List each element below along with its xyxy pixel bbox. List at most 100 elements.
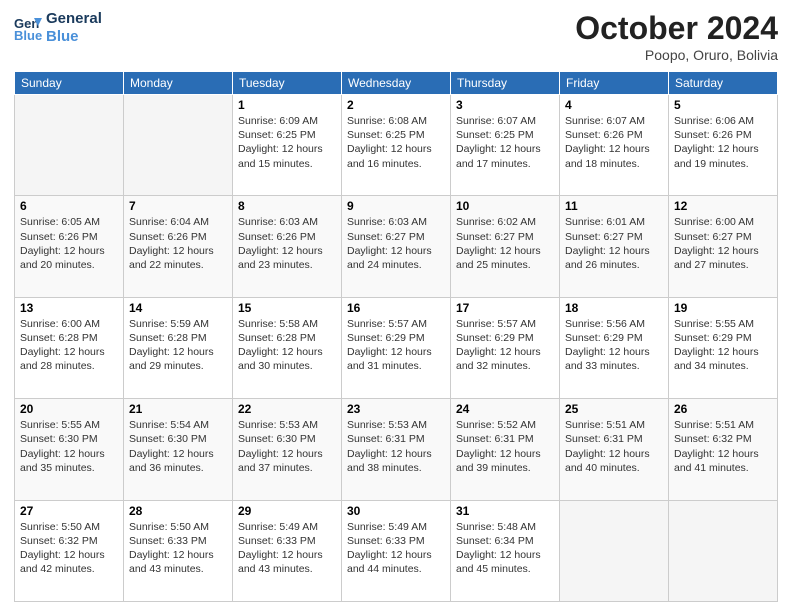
day-info: Sunrise: 5:57 AMSunset: 6:29 PMDaylight:… bbox=[347, 317, 445, 374]
calendar-day-cell: 17 Sunrise: 5:57 AMSunset: 6:29 PMDayligh… bbox=[451, 297, 560, 398]
calendar-day-cell bbox=[15, 95, 124, 196]
calendar-day-cell: 30 Sunrise: 5:49 AMSunset: 6:33 PMDayligh… bbox=[342, 500, 451, 601]
calendar-day-cell: 26Sunrise: 5:51 AMSunset: 6:32 PMDayligh… bbox=[669, 399, 778, 500]
calendar-day-cell: 31Sunrise: 5:48 AMSunset: 6:34 PMDayligh… bbox=[451, 500, 560, 601]
calendar-day-cell: 21 Sunrise: 5:54 AMSunset: 6:30 PMDayligh… bbox=[124, 399, 233, 500]
calendar-day-cell: 13Sunrise: 6:00 AMSunset: 6:28 PMDayligh… bbox=[15, 297, 124, 398]
day-number: 27 bbox=[20, 504, 118, 518]
weekday-header-cell: Sunday bbox=[15, 72, 124, 95]
calendar-day-cell: 9 Sunrise: 6:03 AMSunset: 6:27 PMDaylight… bbox=[342, 196, 451, 297]
logo-icon: Gen Blue bbox=[14, 14, 42, 42]
day-number: 19 bbox=[674, 301, 772, 315]
calendar-day-cell: 3Sunrise: 6:07 AMSunset: 6:25 PMDaylight… bbox=[451, 95, 560, 196]
weekday-header-cell: Monday bbox=[124, 72, 233, 95]
calendar-week-row: 1 Sunrise: 6:09 AMSunset: 6:25 PMDaylight… bbox=[15, 95, 778, 196]
weekday-header-row: SundayMondayTuesdayWednesdayThursdayFrid… bbox=[15, 72, 778, 95]
day-info: Sunrise: 5:55 AMSunset: 6:29 PMDaylight:… bbox=[674, 317, 772, 374]
day-info: Sunrise: 5:54 AMSunset: 6:30 PMDaylight:… bbox=[129, 418, 227, 475]
day-number: 20 bbox=[20, 402, 118, 416]
calendar-day-cell: 2Sunrise: 6:08 AMSunset: 6:25 PMDaylight… bbox=[342, 95, 451, 196]
day-number: 18 bbox=[565, 301, 663, 315]
day-number: 28 bbox=[129, 504, 227, 518]
calendar-day-cell bbox=[669, 500, 778, 601]
day-info: Sunrise: 6:06 AMSunset: 6:26 PMDaylight:… bbox=[674, 114, 772, 171]
day-number: 15 bbox=[238, 301, 336, 315]
day-info: Sunrise: 6:05 AMSunset: 6:26 PMDaylight:… bbox=[20, 215, 118, 272]
day-info: Sunrise: 5:53 AMSunset: 6:31 PMDaylight:… bbox=[347, 418, 445, 475]
calendar-day-cell: 11 Sunrise: 6:01 AMSunset: 6:27 PMDayligh… bbox=[560, 196, 669, 297]
calendar-day-cell: 25 Sunrise: 5:51 AMSunset: 6:31 PMDayligh… bbox=[560, 399, 669, 500]
location: Poopo, Oruro, Bolivia bbox=[575, 47, 778, 63]
day-number: 1 bbox=[238, 98, 336, 112]
calendar-day-cell: 22Sunrise: 5:53 AMSunset: 6:30 PMDayligh… bbox=[233, 399, 342, 500]
day-info: Sunrise: 6:03 AMSunset: 6:26 PMDaylight:… bbox=[238, 215, 336, 272]
calendar-day-cell: 28 Sunrise: 5:50 AMSunset: 6:33 PMDayligh… bbox=[124, 500, 233, 601]
day-number: 25 bbox=[565, 402, 663, 416]
day-info: Sunrise: 5:56 AMSunset: 6:29 PMDaylight:… bbox=[565, 317, 663, 374]
day-number: 21 bbox=[129, 402, 227, 416]
calendar-day-cell: 15 Sunrise: 5:58 AMSunset: 6:28 PMDayligh… bbox=[233, 297, 342, 398]
day-number: 23 bbox=[347, 402, 445, 416]
day-number: 4 bbox=[565, 98, 663, 112]
weekday-header-cell: Friday bbox=[560, 72, 669, 95]
day-info: Sunrise: 5:50 AMSunset: 6:32 PMDaylight:… bbox=[20, 520, 118, 577]
calendar-day-cell: 8Sunrise: 6:03 AMSunset: 6:26 PMDaylight… bbox=[233, 196, 342, 297]
day-info: Sunrise: 5:53 AMSunset: 6:30 PMDaylight:… bbox=[238, 418, 336, 475]
logo-line1: General bbox=[46, 10, 102, 28]
day-number: 31 bbox=[456, 504, 554, 518]
day-number: 11 bbox=[565, 199, 663, 213]
day-info: Sunrise: 5:51 AMSunset: 6:32 PMDaylight:… bbox=[674, 418, 772, 475]
weekday-header-cell: Wednesday bbox=[342, 72, 451, 95]
day-number: 29 bbox=[238, 504, 336, 518]
day-info: Sunrise: 6:08 AMSunset: 6:25 PMDaylight:… bbox=[347, 114, 445, 171]
day-info: Sunrise: 6:01 AMSunset: 6:27 PMDaylight:… bbox=[565, 215, 663, 272]
day-info: Sunrise: 5:55 AMSunset: 6:30 PMDaylight:… bbox=[20, 418, 118, 475]
calendar-week-row: 6Sunrise: 6:05 AMSunset: 6:26 PMDaylight… bbox=[15, 196, 778, 297]
day-info: Sunrise: 6:09 AMSunset: 6:25 PMDaylight:… bbox=[238, 114, 336, 171]
day-info: Sunrise: 6:02 AMSunset: 6:27 PMDaylight:… bbox=[456, 215, 554, 272]
calendar-day-cell: 20 Sunrise: 5:55 AMSunset: 6:30 PMDayligh… bbox=[15, 399, 124, 500]
weekday-header-cell: Thursday bbox=[451, 72, 560, 95]
day-info: Sunrise: 5:49 AMSunset: 6:33 PMDaylight:… bbox=[347, 520, 445, 577]
calendar-day-cell: 6Sunrise: 6:05 AMSunset: 6:26 PMDaylight… bbox=[15, 196, 124, 297]
day-number: 30 bbox=[347, 504, 445, 518]
day-number: 13 bbox=[20, 301, 118, 315]
logo-line2: Blue bbox=[46, 28, 102, 46]
page: Gen Blue General Blue October 2024 Poopo… bbox=[0, 0, 792, 612]
day-info: Sunrise: 5:58 AMSunset: 6:28 PMDaylight:… bbox=[238, 317, 336, 374]
calendar-day-cell: 27 Sunrise: 5:50 AMSunset: 6:32 PMDayligh… bbox=[15, 500, 124, 601]
title-block: October 2024 Poopo, Oruro, Bolivia bbox=[575, 10, 778, 63]
day-info: Sunrise: 6:07 AMSunset: 6:26 PMDaylight:… bbox=[565, 114, 663, 171]
day-number: 9 bbox=[347, 199, 445, 213]
calendar-day-cell: 10Sunrise: 6:02 AMSunset: 6:27 PMDayligh… bbox=[451, 196, 560, 297]
logo: Gen Blue General Blue bbox=[14, 10, 102, 46]
calendar-day-cell: 18 Sunrise: 5:56 AMSunset: 6:29 PMDayligh… bbox=[560, 297, 669, 398]
calendar-day-cell: 16Sunrise: 5:57 AMSunset: 6:29 PMDayligh… bbox=[342, 297, 451, 398]
day-info: Sunrise: 5:51 AMSunset: 6:31 PMDaylight:… bbox=[565, 418, 663, 475]
day-info: Sunrise: 6:07 AMSunset: 6:25 PMDaylight:… bbox=[456, 114, 554, 171]
calendar-day-cell: 7Sunrise: 6:04 AMSunset: 6:26 PMDaylight… bbox=[124, 196, 233, 297]
calendar-day-cell: 23 Sunrise: 5:53 AMSunset: 6:31 PMDayligh… bbox=[342, 399, 451, 500]
day-number: 24 bbox=[456, 402, 554, 416]
weekday-header-cell: Tuesday bbox=[233, 72, 342, 95]
calendar-week-row: 20 Sunrise: 5:55 AMSunset: 6:30 PMDayligh… bbox=[15, 399, 778, 500]
calendar-day-cell: 1 Sunrise: 6:09 AMSunset: 6:25 PMDaylight… bbox=[233, 95, 342, 196]
calendar-day-cell: 5Sunrise: 6:06 AMSunset: 6:26 PMDaylight… bbox=[669, 95, 778, 196]
day-info: Sunrise: 5:57 AMSunset: 6:29 PMDaylight:… bbox=[456, 317, 554, 374]
calendar-week-row: 13Sunrise: 6:00 AMSunset: 6:28 PMDayligh… bbox=[15, 297, 778, 398]
calendar-day-cell: 24 Sunrise: 5:52 AMSunset: 6:31 PMDayligh… bbox=[451, 399, 560, 500]
day-info: Sunrise: 5:50 AMSunset: 6:33 PMDaylight:… bbox=[129, 520, 227, 577]
calendar-body: 1 Sunrise: 6:09 AMSunset: 6:25 PMDaylight… bbox=[15, 95, 778, 602]
day-info: Sunrise: 5:59 AMSunset: 6:28 PMDaylight:… bbox=[129, 317, 227, 374]
calendar-day-cell: 14Sunrise: 5:59 AMSunset: 6:28 PMDayligh… bbox=[124, 297, 233, 398]
month-title: October 2024 bbox=[575, 10, 778, 47]
calendar-day-cell: 19 Sunrise: 5:55 AMSunset: 6:29 PMDayligh… bbox=[669, 297, 778, 398]
day-info: Sunrise: 5:52 AMSunset: 6:31 PMDaylight:… bbox=[456, 418, 554, 475]
calendar-day-cell bbox=[124, 95, 233, 196]
day-info: Sunrise: 6:03 AMSunset: 6:27 PMDaylight:… bbox=[347, 215, 445, 272]
day-info: Sunrise: 5:49 AMSunset: 6:33 PMDaylight:… bbox=[238, 520, 336, 577]
day-number: 17 bbox=[456, 301, 554, 315]
calendar-week-row: 27 Sunrise: 5:50 AMSunset: 6:32 PMDayligh… bbox=[15, 500, 778, 601]
calendar-day-cell bbox=[560, 500, 669, 601]
calendar-day-cell: 12Sunrise: 6:00 AMSunset: 6:27 PMDayligh… bbox=[669, 196, 778, 297]
